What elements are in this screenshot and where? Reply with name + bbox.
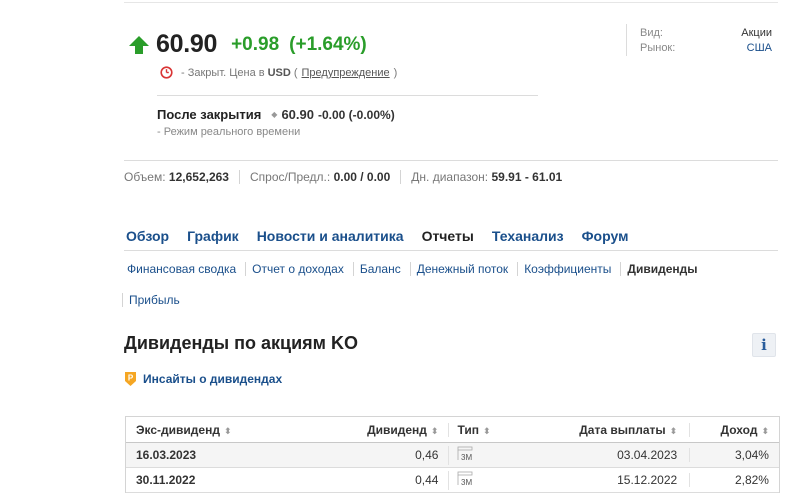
volume-stat: Объем: 12,652,263 — [124, 170, 239, 184]
divider — [124, 160, 778, 161]
subtab-financial-summary[interactable]: Финансовая сводка — [122, 262, 245, 276]
yield-value: 2,82% — [689, 473, 779, 487]
calendar-icon: 3M — [457, 471, 479, 487]
subtab-ratios[interactable]: Коэффициенты — [517, 262, 620, 276]
currency-label: USD — [267, 66, 291, 79]
sort-icon: ⬍ — [669, 425, 678, 436]
volume-label: Объем: — [124, 170, 166, 184]
sort-icon: ⬍ — [482, 425, 491, 436]
pro-badge-icon: P — [125, 372, 136, 386]
sort-icon: ⬍ — [223, 425, 232, 436]
type-value: Акции — [741, 27, 772, 39]
table-row: 16.03.2023 0,46 3M 03.04.2023 3,04% — [126, 443, 779, 468]
col-type[interactable]: Тип ⬍ — [448, 422, 546, 437]
calendar-icon: 3M — [457, 446, 479, 462]
subtab-dividends[interactable]: Дивиденды — [620, 262, 706, 276]
instrument-info-values: Акции США — [741, 26, 772, 56]
pay-date: 03.04.2023 — [617, 448, 678, 462]
after-hours-price: 60.90 — [281, 107, 314, 122]
status-text: - Закрыт. Цена в — [181, 66, 265, 79]
tab-technical[interactable]: Теханализ — [492, 228, 564, 244]
market-label: Рынок: — [640, 42, 676, 54]
day-range-value: 59.91 - 61.01 — [491, 170, 563, 184]
svg-text:P: P — [128, 374, 134, 383]
tab-overview[interactable]: Обзор — [126, 228, 169, 244]
realtime-note: - Режим реального времени — [157, 126, 301, 138]
bid-ask-value: 0.00 / 0.00 — [333, 170, 391, 184]
col-yield[interactable]: Доход ⬍ — [689, 422, 779, 437]
col-label: Экс-дивиденд — [136, 422, 220, 437]
subtab-cash-flow[interactable]: Денежный поток — [409, 262, 517, 276]
table-row: 30.11.2022 0,44 3M 15.12.2022 2,82% — [126, 468, 779, 493]
volume-value: 12,652,263 — [168, 170, 229, 184]
type-label: 3M — [461, 478, 472, 487]
pay-date: 15.12.2022 — [617, 473, 678, 487]
market-value[interactable]: США — [741, 41, 772, 56]
info-divider — [626, 24, 627, 56]
sort-icon: ⬍ — [430, 425, 439, 436]
dividends-table: Экс-дивиденд ⬍ Дивиденд ⬍ Тип ⬍ Дата выплат… — [125, 416, 780, 493]
tab-chart[interactable]: График — [187, 228, 239, 244]
col-dividend[interactable]: Дивиденд ⬍ — [333, 423, 448, 437]
paren-close: ) — [393, 66, 398, 79]
col-ex-dividend[interactable]: Экс-дивиденд ⬍ — [126, 423, 333, 437]
tab-forum[interactable]: Форум — [582, 228, 629, 244]
market-status: - Закрыт. Цена в USD ( Предупреждение ) — [160, 66, 397, 79]
col-pay-date[interactable]: Дата выплаты ⬍ — [546, 423, 689, 437]
neutral-arrow-icon: ◆ — [271, 110, 278, 119]
col-label: Доход — [720, 422, 758, 437]
subtab-income-statement[interactable]: Отчет о доходах — [245, 262, 353, 276]
dividend-amount: 0,46 — [415, 448, 439, 462]
bid-ask-stat: Спрос/Предл.: 0.00 / 0.00 — [238, 170, 400, 184]
dividend-insights-link[interactable]: P Инсайты о дивидендах — [124, 371, 282, 387]
page-title: Дивиденды по акциям KO — [124, 333, 358, 353]
tabs-divider — [124, 250, 778, 251]
clock-icon — [160, 66, 173, 79]
after-hours-label: После закрытия — [157, 107, 262, 122]
bid-ask-label: Спрос/Предл.: — [249, 170, 331, 184]
top-divider — [124, 2, 778, 3]
col-label: Дата выплаты — [579, 422, 666, 437]
day-range-stat: Дн. диапазон: 59.91 - 61.01 — [400, 170, 572, 184]
price-change-percent: (+1.64%) — [289, 33, 367, 55]
quote-header: 60.90 +0.98 (+1.64%) — [128, 30, 367, 59]
table-header: Экс-дивиденд ⬍ Дивиденд ⬍ Тип ⬍ Дата выплат… — [126, 417, 779, 443]
yield-value: 3,04% — [689, 448, 779, 462]
type-label: 3M — [461, 453, 472, 462]
dividend-amount: 0,44 — [415, 473, 439, 487]
price-change: +0.98 — [231, 33, 280, 55]
up-arrow-icon — [129, 35, 149, 54]
divider — [157, 95, 538, 96]
col-label: Тип — [457, 422, 479, 437]
paren-open: ( — [293, 66, 298, 79]
ex-dividend-date: 30.11.2022 — [136, 473, 196, 487]
col-label: Дивиденд — [367, 422, 427, 437]
disclaimer-link[interactable]: Предупреждение — [302, 67, 390, 79]
subtab-balance-sheet[interactable]: Баланс — [352, 262, 410, 276]
info-button[interactable]: i — [752, 333, 776, 357]
subtab-earnings[interactable]: Прибыль — [122, 293, 189, 307]
after-hours: После закрытия ◆ 60.90 -0.00 (-0.00%) — [157, 107, 395, 122]
stats-bar: Объем: 12,652,263 Спрос/Предл.: 0.00 / 0… — [124, 170, 572, 184]
day-range-label: Дн. диапазон: — [411, 170, 489, 184]
type-cell: 3M — [448, 445, 546, 465]
instrument-info-labels: Вид: Рынок: — [640, 26, 675, 56]
type-label: Вид: — [640, 27, 663, 39]
after-hours-change: -0.00 (-0.00%) — [318, 107, 395, 122]
main-tabs: Обзор График Новости и аналитика Отчеты … — [126, 228, 646, 244]
tab-financials[interactable]: Отчеты — [422, 228, 474, 244]
sub-tabs: Финансовая сводка Отчет о доходах Баланс… — [122, 262, 742, 324]
insights-label: Инсайты о дивидендах — [143, 372, 283, 386]
tab-news[interactable]: Новости и аналитика — [257, 228, 404, 244]
last-price: 60.90 — [156, 30, 218, 58]
ex-dividend-date: 16.03.2023 — [136, 448, 197, 462]
sort-icon: ⬍ — [761, 425, 769, 436]
type-cell: 3M — [448, 470, 546, 490]
